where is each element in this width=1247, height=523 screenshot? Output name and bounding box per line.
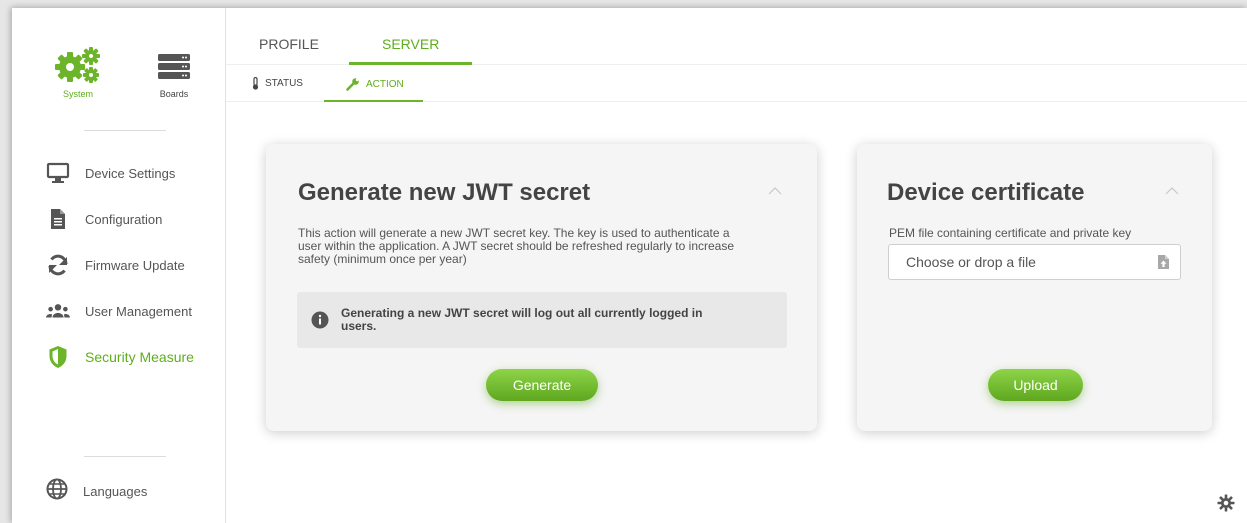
cert-card-title: Device certificate — [887, 179, 1085, 206]
document-icon — [46, 207, 70, 231]
languages-label: Languages — [83, 484, 148, 499]
subtab-status[interactable]: STATUS — [252, 77, 303, 90]
subtab-action-label: ACTION — [366, 78, 404, 90]
sidebar-item-user-management[interactable]: User Management — [12, 288, 226, 334]
sub-tabs: STATUS ACTION — [226, 65, 1247, 102]
sidebar-top-boards-label: Boards — [159, 89, 189, 99]
chevron-up-icon[interactable] — [768, 184, 782, 198]
warning-text: Generating a new JWT secret will log out… — [341, 307, 771, 333]
wrench-icon — [346, 78, 359, 91]
active-subtab-indicator — [324, 100, 423, 102]
sidebar-item-label: Configuration — [85, 211, 163, 227]
main-tabs: PROFILE SERVER — [226, 8, 1247, 65]
languages-button[interactable]: Languages — [46, 478, 147, 505]
cert-file-label: PEM file containing certificate and priv… — [889, 226, 1132, 240]
sidebar: System Boards Device Settings Configurat… — [12, 8, 226, 523]
chevron-up-icon[interactable] — [1165, 184, 1179, 198]
shield-icon — [46, 345, 70, 369]
sidebar-top-system[interactable]: System — [50, 46, 106, 99]
globe-icon — [46, 478, 68, 505]
warning-line: Generating a new JWT secret will log out… — [341, 306, 703, 320]
generate-button[interactable]: Generate — [486, 369, 598, 401]
file-input-placeholder: Choose or drop a file — [906, 254, 1036, 270]
jwt-card-title: Generate new JWT secret — [298, 179, 591, 206]
warning-line: users. — [341, 319, 377, 333]
refresh-icon — [46, 253, 70, 277]
jwt-card-description: This action will generate a new JWT secr… — [298, 227, 734, 266]
subtab-action[interactable]: ACTION — [346, 77, 404, 91]
sidebar-item-configuration[interactable]: Configuration — [12, 196, 226, 242]
monitor-icon — [46, 161, 70, 185]
sidebar-item-device-settings[interactable]: Device Settings — [12, 150, 226, 196]
sidebar-divider — [84, 130, 166, 131]
logout-warning-box: Generating a new JWT secret will log out… — [297, 292, 787, 348]
server-stack-icon — [158, 54, 190, 79]
sidebar-top-system-label: System — [62, 89, 93, 99]
users-icon — [46, 299, 70, 323]
jwt-secret-card: Generate new JWT secret This action will… — [266, 144, 817, 431]
thermometer-icon — [252, 77, 259, 90]
sidebar-nav: Device Settings Configuration Firmware U… — [12, 150, 226, 380]
certificate-file-input[interactable]: Choose or drop a file — [888, 244, 1181, 280]
subtab-status-label: STATUS — [265, 78, 303, 89]
device-certificate-card: Device certificate PEM file containing c… — [857, 144, 1212, 431]
sidebar-item-security-measure[interactable]: Security Measure — [12, 334, 226, 380]
tab-server[interactable]: SERVER — [382, 36, 439, 52]
sidebar-item-label: Security Measure — [85, 349, 194, 365]
upload-button[interactable]: Upload — [988, 369, 1083, 401]
sidebar-top-icons: System Boards — [50, 46, 202, 99]
gears-icon — [55, 47, 100, 83]
sidebar-divider — [84, 456, 166, 457]
sidebar-item-label: User Management — [85, 303, 192, 319]
info-icon — [311, 311, 329, 329]
file-upload-icon — [1158, 255, 1169, 269]
description-line: safety (minimum once per year) — [298, 252, 467, 266]
gear-icon[interactable] — [1217, 494, 1235, 512]
app-window: System Boards Device Settings Configurat… — [12, 8, 1247, 523]
sidebar-item-label: Firmware Update — [85, 257, 185, 273]
sidebar-item-firmware-update[interactable]: Firmware Update — [12, 242, 226, 288]
sidebar-top-boards[interactable]: Boards — [146, 46, 202, 99]
sidebar-item-label: Device Settings — [85, 165, 176, 181]
tab-profile[interactable]: PROFILE — [259, 36, 319, 52]
